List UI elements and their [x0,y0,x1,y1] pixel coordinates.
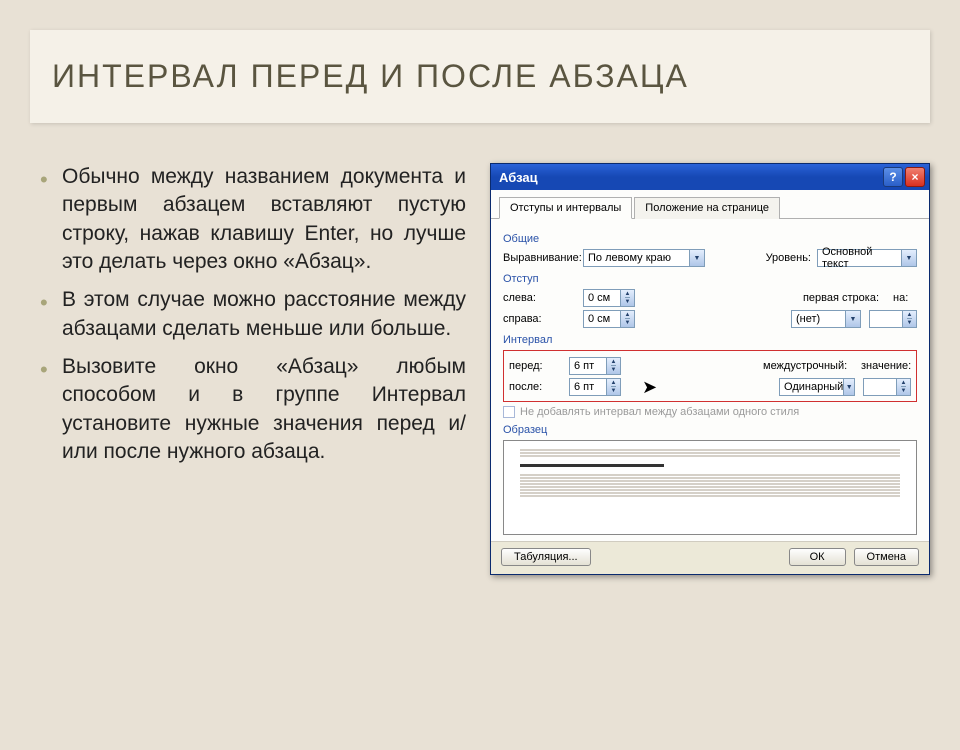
right-indent-value: 0 см [584,313,620,325]
close-button[interactable]: × [905,167,925,187]
before-spinner[interactable]: 6 пт ▲▼ [569,357,621,375]
group-general: Общие [503,233,917,245]
group-preview: Образец [503,424,917,436]
left-indent-value: 0 см [584,292,620,304]
slide-title: ИНТЕРВАЛ ПЕРЕД И ПОСЛЕ АБЗАЦА [52,58,908,95]
right-indent-label: справа: [503,313,583,325]
tab-pageposition[interactable]: Положение на странице [634,197,780,219]
spinner-buttons-icon: ▲▼ [620,311,634,327]
content-row: Обычно между названием документа и первы… [30,163,930,575]
bullet-item: Обычно между названием документа и первы… [40,163,466,276]
preview-box [503,440,917,535]
slide: ИНТЕРВАЛ ПЕРЕД И ПОСЛЕ АБЗАЦА Обычно меж… [0,30,960,750]
level-value: Основной текст [822,246,901,270]
by-label: на: [893,292,917,304]
tab-indents[interactable]: Отступы и интервалы [499,197,632,219]
group-indent: Отступ [503,273,917,285]
tab-strip: Отступы и интервалы Положение на страниц… [491,190,929,219]
noadd-label: Не добавлять интервал между абзацами одн… [520,406,799,418]
after-label: после: [509,381,569,393]
level-combo[interactable]: Основной текст ▼ [817,249,917,267]
alignment-combo[interactable]: По левому краю ▼ [583,249,705,267]
by-spinner[interactable]: ▲▼ [869,310,917,328]
firstline-combo[interactable]: (нет) ▼ [791,310,861,328]
firstline-value: (нет) [796,313,845,325]
bullet-item: Вызовите окно «Абзац» любым способом и в… [40,353,466,466]
title-container: ИНТЕРВАЛ ПЕРЕД И ПОСЛЕ АБЗАЦА [30,30,930,123]
linespacing-label: междустрочный: [763,360,853,372]
chevron-down-icon: ▼ [901,250,916,266]
noadd-row[interactable]: Не добавлять интервал между абзацами одн… [503,406,917,418]
spinner-buttons-icon: ▲▼ [896,379,910,395]
lineval-spinner[interactable]: ▲▼ [863,378,911,396]
linespacing-value: Одинарный [784,381,843,393]
group-spacing: Интервал [503,334,917,346]
lineval-label: значение: [861,360,911,372]
spacing-highlight: перед: 6 пт ▲▼ междустрочный: значение: [503,350,917,402]
chevron-down-icon: ▼ [843,379,854,395]
after-spinner[interactable]: 6 пт ▲▼ [569,378,621,396]
dialog-panel: Общие Выравнивание: По левому краю ▼ Уро… [491,219,929,541]
alignment-value: По левому краю [588,252,689,264]
spinner-buttons-icon: ▲▼ [606,358,620,374]
bullet-item: В этом случае можно расстояние между абз… [40,286,466,343]
before-label: перед: [509,360,569,372]
left-indent-spinner[interactable]: 0 см ▲▼ [583,289,635,307]
linespacing-combo[interactable]: Одинарный ▼ [779,378,855,396]
alignment-label: Выравнивание: [503,252,583,264]
level-label: Уровень: [761,252,817,264]
spinner-buttons-icon: ▲▼ [606,379,620,395]
left-indent-label: слева: [503,292,583,304]
bullet-list: Обычно между названием документа и первы… [30,163,466,575]
dialog-button-row: Табуляция... ОК Отмена [491,541,929,574]
noadd-checkbox[interactable] [503,406,515,418]
spinner-buttons-icon: ▲▼ [902,311,916,327]
dialog-title: Абзац [499,170,538,185]
chevron-down-icon: ▼ [689,250,704,266]
ok-button[interactable]: ОК [789,548,846,566]
chevron-down-icon: ▼ [845,311,860,327]
help-button[interactable]: ? [883,167,903,187]
firstline-label: первая строка: [795,292,885,304]
right-indent-spinner[interactable]: 0 см ▲▼ [583,310,635,328]
paragraph-dialog: Абзац ? × Отступы и интервалы Положение … [490,163,930,575]
after-value: 6 пт [570,381,606,393]
before-value: 6 пт [570,360,606,372]
dialog-titlebar[interactable]: Абзац ? × [491,164,929,190]
cancel-button[interactable]: Отмена [854,548,919,566]
spinner-buttons-icon: ▲▼ [620,290,634,306]
tabstops-button[interactable]: Табуляция... [501,548,591,566]
